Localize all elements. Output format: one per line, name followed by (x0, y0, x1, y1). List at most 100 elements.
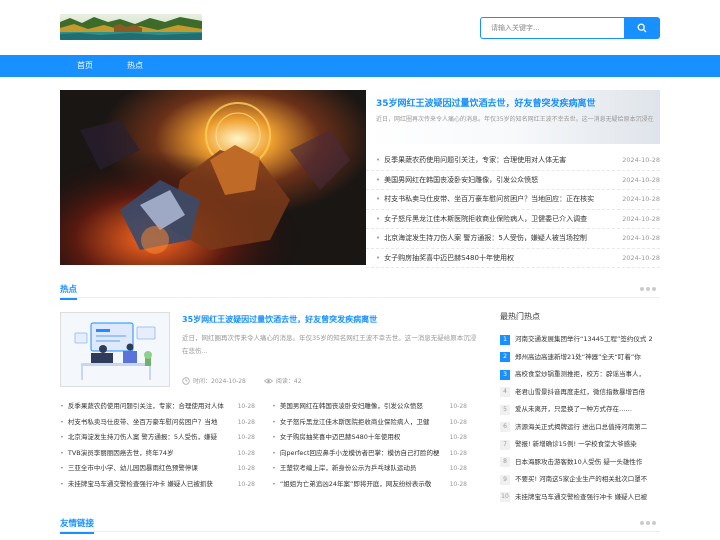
news-title[interactable]: “姐姐为亡弟追凶24年案”即将开庭，网友纷纷表示敬 (272, 477, 442, 493)
clock-icon (182, 376, 190, 385)
hot-section-title[interactable]: 热点 (60, 283, 78, 300)
sidebar-item-title[interactable]: 日本海豚攻击游客数10人受伤 疑一头雄性作 (515, 454, 642, 472)
sidebar-item[interactable]: 6 济源海关正式揭牌运行 进出口总值持河南第二 (500, 419, 660, 437)
sidebar-item-title[interactable]: 未挂牌宝马车通交警检查强行冲卡 嫌疑人已被 (515, 489, 647, 507)
list-item[interactable]: 村支书私卖马仕皮带、坐百万豪车慰问贫困户？当地 10-28 (60, 415, 255, 431)
news-title[interactable]: 村支书私卖马仕皮带、坐百万豪车慰问贫困户？当地回应：正在核实 (376, 190, 601, 210)
list-item[interactable]: 女子购房抽奖喜中迈巴赫S480十年使用权 10-28 (272, 430, 467, 446)
list-item[interactable]: 女子怒斥黑龙江佳木斯医院拒收商业保险病人，卫健 10-28 (272, 415, 467, 431)
sidebar-item[interactable]: 7 警报! 新增确诊15例! 一学校食堂大爷感染 (500, 436, 660, 454)
sidebar-item-title[interactable]: 河南交通发展集团举行“13445工程”签约仪式 2 (515, 331, 653, 349)
news-date: 10-28 (449, 403, 467, 410)
game-artwork-image (60, 90, 366, 265)
list-item[interactable]: 反季果蔬农药使用问题引关注，专家：合理使用对人体无害 2024-10-28 (366, 151, 660, 171)
list-item[interactable]: “姐姐为亡弟追凶24年案”即将开庭，网友纷纷表示敬 10-28 (272, 477, 467, 493)
sidebar-item[interactable]: 3 高校食堂炒锅重测推拒，校方：辟谣当事人， (500, 366, 660, 384)
hot-article-desc: 近日，网红圈再次传来令人痛心的消息。年仅35岁的知名网红王波不幸去世。这一消息无… (182, 334, 477, 355)
news-title[interactable]: 反季果蔬农药使用问题引关注，专家：合理使用对人体无害 (376, 151, 601, 171)
news-title[interactable]: 女子购房抽奖喜中迈巴赫S480十年使用权 (272, 430, 442, 446)
news-title[interactable]: 女子怒斥黑龙江佳木斯医院拒收商业保险病人，卫健委已介入调查 (376, 210, 601, 230)
news-title[interactable]: 反季果蔬农药使用问题引关注，专家：合理使用对人体 (60, 399, 230, 415)
hot-article-title[interactable]: 35岁网红王波疑因过量饮酒去世，好友曾突发疾病离世 (182, 314, 482, 325)
news-date: 2024-10-28 (622, 253, 660, 262)
list-item[interactable]: 女子购房抽奖喜中迈巴赫S480十年使用权 2024-10-28 (366, 249, 660, 269)
eye-icon (263, 378, 273, 383)
news-title[interactable]: 村支书私卖马仕皮带、坐百万豪车慰问贫困户？当地 (60, 415, 230, 431)
rank-badge: 8 (500, 457, 510, 468)
links-section-title[interactable]: 友情链接 (60, 517, 95, 534)
news-date: 10-28 (449, 465, 467, 472)
news-title[interactable]: TVB演员李丽丽因癌去世，终年74岁 (60, 446, 230, 462)
sidebar-item[interactable]: 4 老君山雪景抖音再度走红，微信指数暴增百倍 (500, 384, 660, 402)
news-date: 10-28 (449, 434, 467, 441)
news-date: 2024-10-28 (622, 214, 660, 223)
list-item[interactable]: 反季果蔬农药使用问题引关注，专家：合理使用对人体 10-28 (60, 399, 255, 415)
list-item[interactable]: 北京海淀发生持刀伤人案 警方通报：5人受伤，嫌疑 10-28 (60, 430, 255, 446)
hero-banner-image[interactable] (60, 90, 366, 265)
article-time: 时间：2024-10-28 (182, 376, 246, 385)
news-date: 2024-10-28 (622, 156, 660, 164)
list-item[interactable]: 美国男网红在韩国丧凌卧安妇雕像，引发公众愤怒 2024-10-28 (366, 171, 660, 191)
nav-hot[interactable]: 热点 (127, 55, 143, 77)
sidebar-item[interactable]: 2 郑州高边高速新增21处“神器”全天“盯着”你 (500, 349, 660, 367)
list-item[interactable]: 未挂牌宝马车通交警检查强行冲卡 嫌疑人已被抓获 10-28 (60, 477, 255, 493)
sidebar-item-title[interactable]: 老君山雪景抖音再度走红，微信指数暴增百倍 (515, 384, 645, 402)
news-title[interactable]: 女子怒斥黑龙江佳木斯医院拒收商业保险病人，卫健 (272, 415, 442, 431)
rank-badge: 3 (500, 369, 510, 380)
news-title[interactable]: 王楚钦考编上岸，新身份公示为乒乓球队运动员 (272, 461, 442, 477)
news-title[interactable]: 向perfect回应鼻手小龙模仿者巴掌：模仿自己打脸的梗 (272, 446, 442, 462)
sidebar-item[interactable]: 9 不要买! 河南这5家企业生产的相关批次口罩不 (500, 471, 660, 489)
sidebar-item-title[interactable]: 爱从未离开，只是换了一种方式存在…… (515, 401, 632, 419)
sidebar-item-title[interactable]: 高校食堂炒锅重测推拒，校方：辟谣当事人， (515, 366, 645, 384)
sidebar-item-title[interactable]: 不要买! 河南这5家企业生产的相关批次口罩不 (515, 471, 647, 489)
logo-landscape-image (60, 14, 202, 40)
featured-article[interactable]: 35岁网红王波疑因过量饮酒去世，好友曾突发疾病离世 近日，网红圈再次传来令人痛心… (366, 90, 660, 144)
list-item[interactable]: 女子怒斥黑龙江佳木斯医院拒收商业保险病人，卫健委已介入调查 2024-10-28 (366, 210, 660, 230)
featured-title[interactable]: 35岁网红王波疑因过量饮酒去世，好友曾突发疾病离世 (376, 96, 656, 109)
more-dots-icon[interactable] (640, 521, 656, 525)
nav-home[interactable]: 首页 (77, 55, 93, 77)
news-title[interactable]: 美国男网红在韩国丧凌卧安妇雕像，引发公众愤怒 (376, 171, 601, 191)
article-reads: 阅读：42 (263, 376, 302, 385)
sidebar-item[interactable]: 5 爱从未离开，只是换了一种方式存在…… (500, 401, 660, 419)
news-date: 10-28 (237, 418, 255, 426)
sidebar-item-title[interactable]: 警报! 新增确诊15例! 一学校食堂大爷感染 (515, 436, 637, 454)
list-item[interactable]: 向perfect回应鼻手小龙模仿者巴掌：模仿自己打脸的梗 10-28 (272, 446, 467, 462)
rank-badge: 2 (500, 352, 510, 363)
list-item[interactable]: 美国男网红在韩国丧凌卧安妇雕像，引发公众愤怒 10-28 (272, 399, 467, 415)
hot-section-header: 热点 (60, 282, 660, 300)
rank-badge: 6 (500, 422, 510, 433)
list-item[interactable]: 王楚钦考编上岸，新身份公示为乒乓球队运动员 10-28 (272, 461, 467, 477)
news-title[interactable]: 北京海淀发生持刀伤人案 警方通报：5人受伤，嫌疑人被当场控制 (376, 229, 601, 249)
rank-badge: 5 (500, 404, 510, 415)
news-date: 10-28 (237, 480, 255, 488)
sidebar-item-title[interactable]: 济源海关正式揭牌运行 进出口总值持河南第二 (515, 419, 647, 437)
news-title[interactable]: 三亚全市中小学、幼儿园因暴雨红色预警停课 (60, 461, 230, 477)
list-item[interactable]: 北京海淀发生持刀伤人案 警方通报：5人受伤，嫌疑人被当场控制 2024-10-28 (366, 229, 660, 249)
search-input[interactable]: 请输入关键字... (480, 17, 624, 39)
more-dots-icon[interactable] (640, 287, 656, 291)
news-date: 10-28 (237, 434, 255, 441)
rank-badge: 9 (500, 474, 510, 485)
list-item[interactable]: TVB演员李丽丽因癌去世，终年74岁 10-28 (60, 446, 255, 462)
sidebar-item-title[interactable]: 郑州高边高速新增21处“神器”全天“盯着”你 (515, 349, 641, 367)
news-date: 10-28 (449, 418, 467, 426)
search-button[interactable] (624, 17, 660, 39)
main-nav: 首页 热点 (0, 55, 720, 77)
sidebar-item[interactable]: 10 未挂牌宝马车通交警检查强行冲卡 嫌疑人已被 (500, 489, 660, 507)
rank-badge: 4 (500, 387, 510, 398)
sidebar-item[interactable]: 1 河南交通发展集团举行“13445工程”签约仪式 2 (500, 331, 660, 349)
list-item[interactable]: 三亚全市中小学、幼儿园因暴雨红色预警停课 10-28 (60, 461, 255, 477)
featured-desc: 近日，网红圈再次传来令人痛心的消息。年仅35岁的知名网红王波不幸去世。这一消息无… (376, 116, 654, 123)
list-item[interactable]: 村支书私卖马仕皮带、坐百万豪车慰问贫困户？当地回应：正在核实 2024-10-28 (366, 190, 660, 210)
news-title[interactable]: 女子购房抽奖喜中迈巴赫S480十年使用权 (376, 249, 601, 269)
news-date: 2024-10-28 (622, 175, 660, 184)
news-title[interactable]: 美国男网红在韩国丧凌卧安妇雕像，引发公众愤怒 (272, 399, 442, 415)
news-title[interactable]: 北京海淀发生持刀伤人案 警方通报：5人受伤，嫌疑 (60, 430, 230, 446)
sidebar-hot-list: 1 河南交通发展集团举行“13445工程”签约仪式 2 2 郑州高边高速新增21处“… (500, 331, 660, 506)
sidebar-item[interactable]: 8 日本海豚攻击游客数10人受伤 疑一头雄性作 (500, 454, 660, 472)
hot-article-thumbnail[interactable] (60, 312, 170, 387)
news-title[interactable]: 未挂牌宝马车通交警检查强行冲卡 嫌疑人已被抓获 (60, 477, 230, 493)
site-logo[interactable] (60, 14, 202, 40)
news-date: 10-28 (449, 480, 467, 488)
